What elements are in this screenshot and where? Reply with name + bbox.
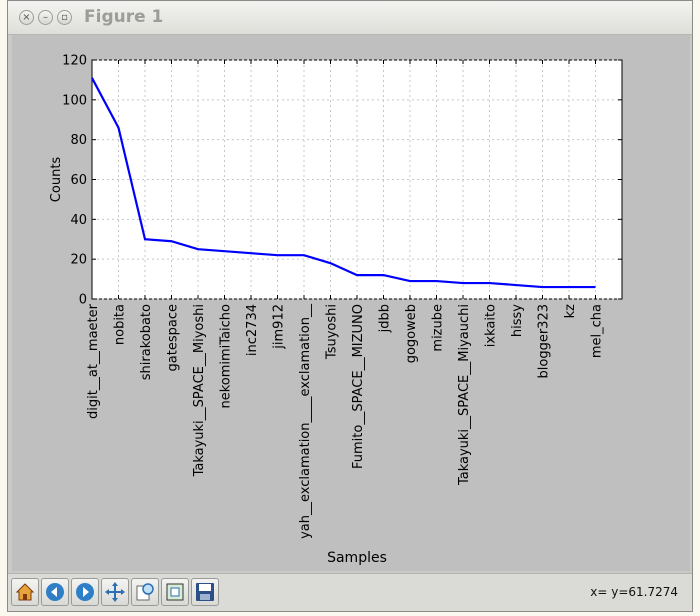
x-axis-label: Samples <box>327 550 387 566</box>
x-tick-label: digit__at__maeter <box>86 303 101 419</box>
y-tick-label: 20 <box>70 253 87 268</box>
pan-icon <box>105 582 125 602</box>
x-tick-label: Takayuki__SPACE__Miyoshi <box>192 304 207 477</box>
x-tick-label: mizube <box>431 304 446 352</box>
x-tick-label: hissy <box>510 304 525 337</box>
x-tick-label: Fumito__SPACE__MIZUNO <box>351 304 366 469</box>
home-icon <box>15 583 35 601</box>
close-window-button[interactable]: × <box>19 10 34 25</box>
minimize-window-button[interactable]: – <box>38 10 53 25</box>
title-bar: × – ▫ Figure 1 <box>8 1 692 35</box>
maximize-icon: ▫ <box>61 12 68 23</box>
x-tick-label: ixkaito <box>484 304 499 347</box>
save-button[interactable] <box>191 578 219 606</box>
x-tick-label: blogger323 <box>537 304 552 378</box>
back-button[interactable] <box>41 578 69 606</box>
x-tick-label: mel_cha <box>590 304 605 358</box>
close-icon: × <box>22 12 31 23</box>
status-readout: x= y=61.7274 <box>590 585 678 599</box>
x-tick-label: jdbb <box>378 304 393 333</box>
y-tick-label: 80 <box>70 133 87 148</box>
window-title: Figure 1 <box>84 7 164 27</box>
figure-window: × – ▫ Figure 1 0 20 40 60 80 100 120 digit__at_… <box>7 0 693 612</box>
y-tick-label: 40 <box>70 213 87 228</box>
subplots-icon <box>166 583 184 601</box>
navigation-toolbar: x= y=61.7274 <box>8 573 692 611</box>
background-text-right <box>694 0 700 616</box>
zoom-icon <box>136 583 154 601</box>
x-tick-label: gatespace <box>166 304 181 371</box>
zoom-button[interactable] <box>131 578 159 606</box>
x-tick-label: Tsuyoshi <box>325 304 340 360</box>
x-tick-label: nekomimiTaicho <box>219 304 234 409</box>
y-tick-label: 120 <box>62 54 87 69</box>
maximize-window-button[interactable]: ▫ <box>57 10 72 25</box>
forward-arrow-icon <box>76 583 94 601</box>
back-arrow-icon <box>46 583 64 601</box>
home-button[interactable] <box>11 578 39 606</box>
save-icon <box>196 583 214 601</box>
x-tick-label: kz <box>563 304 578 319</box>
subplots-button[interactable] <box>161 578 189 606</box>
x-tick-label: nobita <box>113 304 128 345</box>
figure-canvas[interactable]: 0 20 40 60 80 100 120 digit__at__maeter nobita sh… <box>12 35 690 571</box>
x-tick-label: gogoweb <box>404 304 419 363</box>
forward-button[interactable] <box>71 578 99 606</box>
y-tick-label: 60 <box>70 173 87 188</box>
x-tick-label: jim912 <box>272 304 287 350</box>
y-axis-label: Counts <box>49 157 64 203</box>
minimize-icon: – <box>43 12 48 23</box>
x-tick-label: yah__exclamation____exclamation__ <box>298 304 313 539</box>
pan-button[interactable] <box>101 578 129 606</box>
y-tick-label: 100 <box>62 93 87 108</box>
line-chart: 020406080100120digit__at__maeter nobita sh… <box>49 54 623 566</box>
x-tick-label: shirakobato <box>139 304 154 380</box>
x-tick-label: Takayuki__SPACE__Miyauchi <box>457 304 472 486</box>
x-tick-label: inc2734 <box>245 304 260 356</box>
